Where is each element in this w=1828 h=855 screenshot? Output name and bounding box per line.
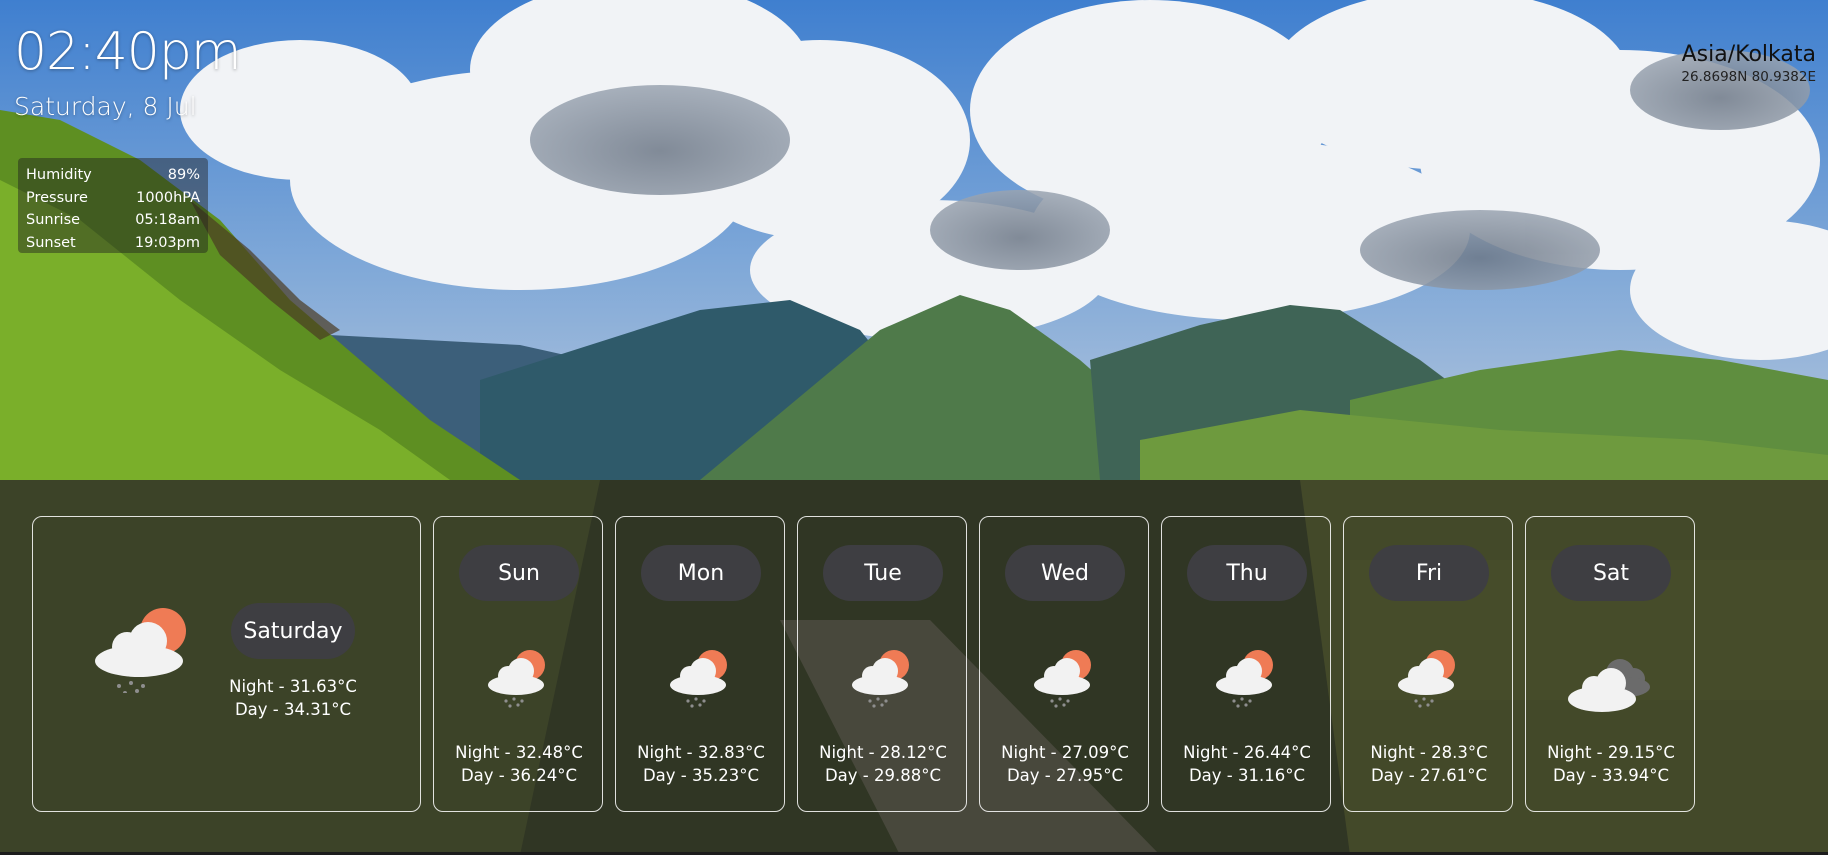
- night-temp: Night - 32.83°C: [637, 743, 765, 762]
- forecast-temps: Night - 28.12°C Day - 29.88°C: [798, 741, 968, 787]
- detail-humidity: Humidity 89%: [26, 164, 200, 187]
- day-temp: Day - 29.88°C: [824, 766, 942, 785]
- detail-value: 19:03pm: [134, 234, 200, 251]
- current-time: 02:40pm: [14, 22, 242, 82]
- partly-cloudy-rain-icon: [486, 647, 552, 713]
- day-temp: Day - 31.16°C: [1188, 766, 1306, 785]
- detail-sunset: Sunset 19:03pm: [26, 232, 200, 255]
- forecast-day-label: Mon: [641, 545, 761, 601]
- forecast-card-tue[interactable]: Tue Night - 28.12°C Day - 29.88°C: [797, 516, 967, 812]
- forecast-day-label: Fri: [1369, 545, 1489, 601]
- forecast-card-sun[interactable]: Sun Night - 32.48°C Day - 36.24°C: [433, 516, 603, 812]
- detail-value: 1000hPA: [136, 189, 200, 206]
- today-temps: Night - 31.63°C Day - 34.31°C: [173, 675, 413, 721]
- forecast-day-label: Sun: [459, 545, 579, 601]
- forecast-temps: Night - 32.83°C Day - 35.23°C: [616, 741, 786, 787]
- forecast-temps: Night - 26.44°C Day - 31.16°C: [1162, 741, 1332, 787]
- location-timezone: Asia/Kolkata: [1681, 42, 1816, 67]
- night-temp: Night - 29.15°C: [1547, 743, 1675, 762]
- forecast-panel: Saturday Night - 31.63°C Day - 34.31°C S…: [0, 480, 1828, 852]
- detail-value: 05:18am: [135, 212, 200, 228]
- detail-label: Sunrise: [26, 212, 81, 228]
- partly-cloudy-rain-icon: [1214, 647, 1280, 713]
- night-temp: Night - 28.3°C: [1370, 743, 1488, 762]
- forecast-card-wed[interactable]: Wed Night - 27.09°C Day - 27.95°C: [979, 516, 1149, 812]
- day-temp: Day - 33.94°C: [1552, 766, 1670, 785]
- detail-sunrise: Sunrise 05:18am: [26, 209, 200, 232]
- forecast-card-mon[interactable]: Mon Night - 32.83°C Day - 35.23°C: [615, 516, 785, 812]
- forecast-day-label: Sat: [1551, 545, 1671, 601]
- forecast-card-sat[interactable]: Sat Night - 29.15°C Day - 33.94°C: [1525, 516, 1695, 812]
- detail-label: Pressure: [26, 189, 88, 206]
- detail-value: 89%: [167, 167, 200, 183]
- forecast-card-fri[interactable]: Fri Night - 28.3°C Day - 27.61°C: [1343, 516, 1513, 812]
- partly-cloudy-rain-icon: [1032, 647, 1098, 713]
- forecast-day-label: Wed: [1005, 545, 1125, 601]
- partly-cloudy-rain-icon: [850, 647, 916, 713]
- forecast-temps: Night - 32.48°C Day - 36.24°C: [434, 741, 604, 787]
- night-temp: Night - 26.44°C: [1183, 743, 1311, 762]
- weather-details: Humidity 89% Pressure 1000hPA Sunrise 05…: [18, 158, 208, 253]
- night-temp: Night - 27.09°C: [1001, 743, 1129, 762]
- forecast-day-label: Thu: [1187, 545, 1307, 601]
- day-temp: Day - 27.61°C: [1370, 766, 1488, 785]
- today-card[interactable]: Saturday Night - 31.63°C Day - 34.31°C: [32, 516, 421, 812]
- overcast-clouds-icon: [1568, 655, 1654, 719]
- forecast-card-thu[interactable]: Thu Night - 26.44°C Day - 31.16°C: [1161, 516, 1331, 812]
- today-day-label: Saturday: [231, 603, 355, 659]
- day-temp: Day - 34.31°C: [234, 700, 352, 719]
- detail-label: Humidity: [26, 167, 92, 183]
- location-info: Asia/Kolkata 26.8698N 80.9382E: [1681, 42, 1816, 85]
- partly-cloudy-rain-icon: [1396, 647, 1462, 713]
- detail-pressure: Pressure 1000hPA: [26, 187, 200, 210]
- current-date: Saturday, 8 Jul: [14, 92, 197, 121]
- night-temp: Night - 32.48°C: [455, 743, 583, 762]
- day-temp: Day - 35.23°C: [642, 766, 760, 785]
- location-coordinates: 26.8698N 80.9382E: [1681, 69, 1816, 85]
- forecast-day-label: Tue: [823, 545, 943, 601]
- night-temp: Night - 28.12°C: [819, 743, 947, 762]
- day-temp: Day - 27.95°C: [1006, 766, 1124, 785]
- detail-label: Sunset: [26, 234, 76, 251]
- forecast-temps: Night - 28.3°C Day - 27.61°C: [1344, 741, 1514, 787]
- night-temp: Night - 31.63°C: [229, 677, 357, 696]
- day-temp: Day - 36.24°C: [460, 766, 578, 785]
- forecast-temps: Night - 29.15°C Day - 33.94°C: [1526, 741, 1696, 787]
- forecast-temps: Night - 27.09°C Day - 27.95°C: [980, 741, 1150, 787]
- partly-cloudy-rain-icon: [668, 647, 734, 713]
